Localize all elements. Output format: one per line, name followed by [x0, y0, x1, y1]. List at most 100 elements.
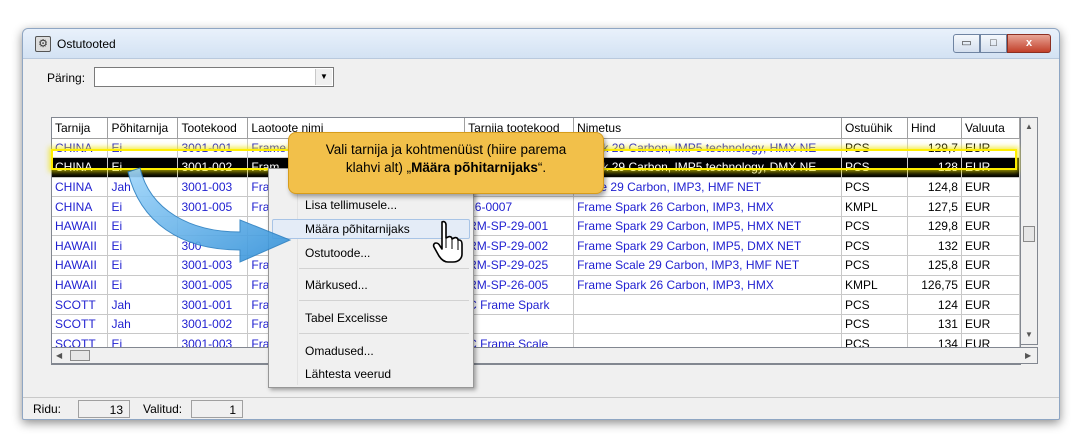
table-cell: 300 — [177, 235, 249, 257]
vertical-scrollbar[interactable]: ▲ ▼ — [1021, 117, 1038, 345]
table-cell: Ei — [107, 255, 179, 276]
table-cell: PCS — [841, 138, 908, 159]
table-cell: 132 — [907, 235, 962, 257]
menu-item-properties[interactable]: Omadused... — [305, 344, 374, 358]
table-row[interactable]: HAWAII Ei 3001-003 Fra RM-SP-29-025 Frame Sca… — [52, 255, 1020, 276]
column-header[interactable]: Tarnija — [52, 118, 109, 139]
table-cell: Ei — [107, 275, 179, 296]
window-controls: ▭ □ x — [953, 34, 1051, 53]
title-bar[interactable]: ⚙ Ostutooted ▭ □ x — [23, 29, 1059, 59]
table-cell: PCS — [841, 314, 908, 335]
table-cell: RM-SP-29-002 — [464, 235, 575, 257]
column-header[interactable]: Hind — [907, 118, 962, 139]
table-cell: EUR — [961, 177, 1020, 198]
table-cell: HAWAII — [52, 255, 109, 276]
table-cell: EUR — [961, 255, 1020, 276]
table-cell: PCS — [841, 294, 908, 315]
table-cell: Spark 29 Carbon, IMP5 technology, DMX NE — [573, 157, 843, 178]
table-row[interactable]: SCOTT Jah 3001-002 Fra PCS 131 EUR — [52, 314, 1020, 335]
table-row[interactable]: HAWAII Ei RM-SP-29-001 Frame Spark 29 Carbo… — [52, 216, 1020, 237]
table-cell: 3001-001 — [177, 294, 249, 315]
table-row[interactable]: CHINA Ei 3001-005 Fra 26-0007 Frame Spark 26 … — [52, 196, 1020, 217]
table-cell: 127,5 — [907, 196, 962, 217]
table-cell: PCS — [841, 255, 908, 276]
table-cell: SCOTT — [52, 314, 109, 335]
app-window: ⚙ Ostutooted ▭ □ x Päring: ▼ Tarnija Põhi… — [22, 28, 1060, 420]
scroll-left-icon[interactable]: ◀ — [56, 351, 62, 360]
close-button[interactable]: x — [1007, 34, 1051, 53]
table-cell: 3001-001 — [177, 138, 249, 159]
column-header[interactable]: Valuuta — [961, 118, 1020, 139]
column-header[interactable]: Ostuühik — [841, 118, 908, 139]
table-cell: PCS — [841, 216, 908, 237]
chevron-down-icon[interactable]: ▼ — [315, 69, 332, 85]
query-combobox[interactable]: ▼ — [94, 67, 334, 87]
status-bar: Ridu: 13 Valitud: 1 — [23, 397, 1059, 419]
table-cell — [464, 314, 575, 335]
table-cell: EUR — [961, 216, 1020, 237]
table-cell: 131 — [907, 314, 962, 335]
column-header[interactable]: Põhitarnija — [107, 118, 179, 139]
table-cell: HAWAII — [52, 216, 109, 237]
table-cell: EUR — [961, 235, 1020, 257]
menu-separator — [299, 333, 469, 334]
horizontal-scrollbar[interactable]: ◀ ▶ — [51, 347, 1038, 364]
callout-line-2: klahvi alt) „Määra põhitarnijaks“. — [299, 159, 593, 177]
hand-pointer-icon — [432, 220, 463, 263]
callout-suffix: “. — [537, 160, 547, 175]
table-cell — [573, 314, 843, 335]
menu-item-add-to-order[interactable]: Lisa tellimusele... — [305, 198, 397, 212]
table-cell: 3001-003 — [177, 177, 249, 198]
menu-gutter — [297, 171, 298, 385]
table-cell: Jah — [107, 294, 179, 315]
table-row[interactable]: SCOTT Jah 3001-001 Fra C Frame Spark PCS 124 EU… — [52, 294, 1020, 315]
table-cell: Frame Scale 29 Carbon, IMP3, HMF NET — [573, 255, 843, 276]
menu-item-purchase-item[interactable]: Ostutoode... — [305, 246, 370, 260]
scroll-right-icon[interactable]: ▶ — [1025, 351, 1031, 360]
menu-item-reset-columns[interactable]: Lähtesta veerud — [305, 367, 391, 381]
menu-item-set-main-supplier[interactable]: Määra põhitarnijaks — [305, 222, 410, 236]
callout-bold: Määra põhitarnijaks — [411, 160, 538, 175]
column-header[interactable]: Tootekood — [177, 118, 249, 139]
table-cell: EUR — [961, 157, 1020, 178]
table-cell: Ei — [107, 196, 179, 217]
table-cell: C Frame Spark — [464, 294, 575, 315]
horizontal-scroll-thumb[interactable] — [70, 350, 90, 361]
table-cell: RM-SP-29-001 — [464, 216, 575, 237]
selected-count-value: 1 — [191, 400, 243, 418]
table-cell: 3001-005 — [177, 275, 249, 296]
table-cell: PCS — [841, 157, 908, 178]
rows-count-value: 13 — [78, 400, 130, 418]
table-cell: Frame Spark 29 Carbon, IMP5, HMX NET — [573, 216, 843, 237]
maximize-button[interactable]: □ — [980, 34, 1007, 53]
table-cell: 125,8 — [907, 255, 962, 276]
table-cell: CHINA — [52, 177, 109, 198]
table-cell: RM-SP-26-005 — [464, 275, 575, 296]
menu-item-notes[interactable]: Märkused... — [305, 278, 368, 292]
table-row[interactable]: HAWAII Ei 300 RM-SP-29-002 Frame Spark 29 Ca… — [52, 235, 1020, 257]
table-cell: EUR — [961, 294, 1020, 315]
table-cell — [573, 294, 843, 315]
menu-item-export-excel[interactable]: Tabel Excelisse — [305, 311, 388, 325]
column-header[interactable]: Nimetus — [573, 118, 843, 139]
minimize-button[interactable]: ▭ — [953, 34, 980, 53]
table-cell: 3001-002 — [177, 314, 249, 335]
menu-separator — [299, 300, 469, 301]
table-cell: EUR — [961, 196, 1020, 217]
table-cell: EUR — [961, 275, 1020, 296]
table-cell: KMPL — [841, 196, 908, 217]
table-cell: Ei — [107, 157, 179, 178]
selected-count-label: Valitud: — [143, 402, 183, 416]
scroll-up-icon[interactable]: ▲ — [1025, 122, 1033, 131]
table-cell: RM-SP-29-025 — [464, 255, 575, 276]
table-cell: HAWAII — [52, 275, 109, 296]
callout-line-1: Vali tarnija ja kohtmenüüst (hiire parem… — [325, 142, 567, 157]
table-cell: Jah — [107, 177, 179, 198]
table-cell: PCS — [841, 177, 908, 198]
table-cell: KMPL — [841, 275, 908, 296]
scroll-down-icon[interactable]: ▼ — [1025, 330, 1033, 339]
table-cell: Frame Spark 29 Carbon, IMP5, DMX NET — [573, 235, 843, 257]
table-cell: 126,75 — [907, 275, 962, 296]
table-row[interactable]: HAWAII Ei 3001-005 Fra RM-SP-26-005 Frame Spa… — [52, 275, 1020, 296]
vertical-scroll-thumb[interactable] — [1023, 226, 1035, 242]
